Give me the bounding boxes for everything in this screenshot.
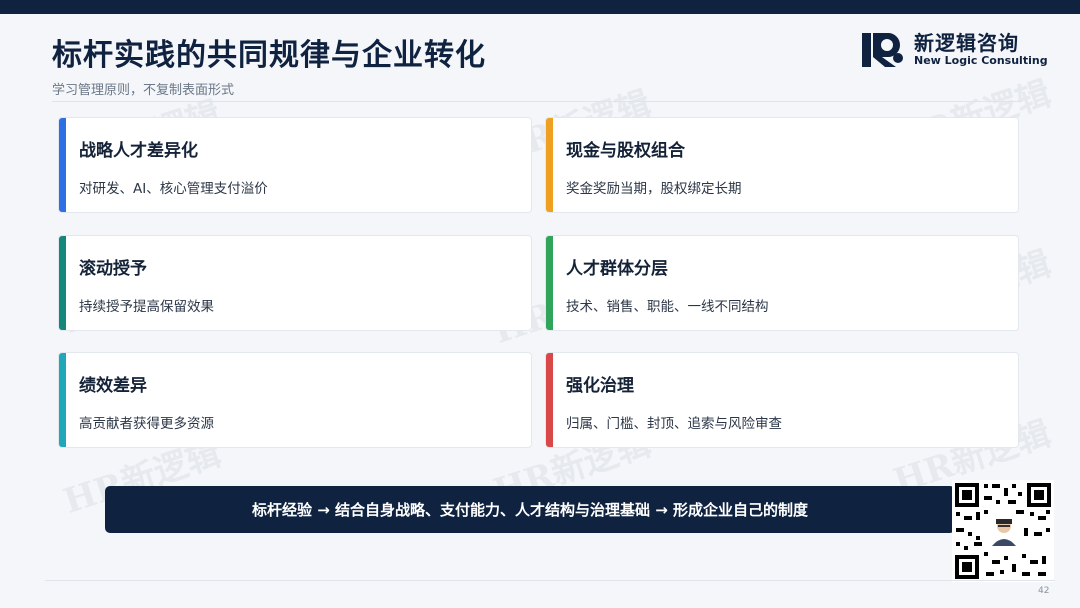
card-description: 持续授予提高保留效果 bbox=[79, 299, 214, 315]
logo-english-name: New Logic Consulting bbox=[914, 54, 1048, 67]
card-title: 人才群体分层 bbox=[566, 259, 668, 279]
card-accent-bar bbox=[546, 118, 553, 212]
card-description: 高贡献者获得更多资源 bbox=[79, 416, 214, 432]
summary-banner-text: 标杆经验 → 结合自身战略、支付能力、人才结构与治理基础 → 形成企业自己的制度 bbox=[251, 501, 809, 519]
logo-mark-icon bbox=[860, 30, 908, 70]
card-description: 技术、销售、职能、一线不同结构 bbox=[566, 299, 769, 315]
header-divider bbox=[52, 101, 1022, 102]
card-title: 滚动授予 bbox=[79, 259, 147, 279]
card-description: 奖金奖励当期，股权绑定长期 bbox=[566, 181, 742, 197]
summary-banner: 标杆经验 → 结合自身战略、支付能力、人才结构与治理基础 → 形成企业自己的制度 bbox=[105, 486, 955, 533]
card-title: 绩效差异 bbox=[79, 376, 147, 396]
card-accent-bar bbox=[546, 236, 553, 330]
qr-code-icon bbox=[952, 480, 1054, 582]
page-number: 42 bbox=[1038, 586, 1050, 596]
card-strategic-talent: 战略人才差异化 对研发、AI、核心管理支付溢价 bbox=[58, 117, 532, 213]
top-bar bbox=[0, 0, 1080, 14]
footer-divider bbox=[45, 580, 1055, 581]
card-accent-bar bbox=[59, 353, 66, 447]
card-governance: 强化治理 归属、门槛、封顶、追索与风险审查 bbox=[545, 352, 1019, 448]
page-subtitle: 学习管理原则，不复制表面形式 bbox=[52, 83, 235, 98]
card-accent-bar bbox=[546, 353, 553, 447]
page-title: 标杆实践的共同规律与企业转化 bbox=[52, 38, 486, 73]
card-title: 现金与股权组合 bbox=[566, 141, 685, 161]
card-accent-bar bbox=[59, 236, 66, 330]
card-rolling-grant: 滚动授予 持续授予提高保留效果 bbox=[58, 235, 532, 331]
card-description: 归属、门槛、封顶、追索与风险审查 bbox=[566, 416, 782, 432]
card-accent-bar bbox=[59, 118, 66, 212]
card-title: 强化治理 bbox=[566, 376, 634, 396]
card-description: 对研发、AI、核心管理支付溢价 bbox=[79, 181, 268, 197]
card-cash-equity: 现金与股权组合 奖金奖励当期，股权绑定长期 bbox=[545, 117, 1019, 213]
card-title: 战略人才差异化 bbox=[79, 141, 198, 161]
card-performance-diff: 绩效差异 高贡献者获得更多资源 bbox=[58, 352, 532, 448]
logo-chinese-name: 新逻辑咨询 bbox=[914, 31, 1019, 55]
company-logo: 新逻辑咨询 New Logic Consulting bbox=[860, 30, 1048, 70]
card-talent-tiers: 人才群体分层 技术、销售、职能、一线不同结构 bbox=[545, 235, 1019, 331]
